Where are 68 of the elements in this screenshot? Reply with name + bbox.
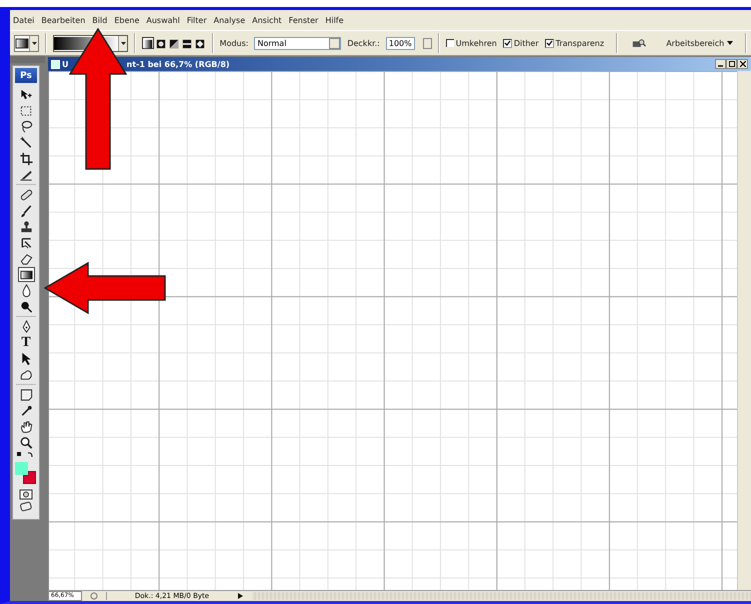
tool-button[interactable]: T	[18, 335, 34, 350]
menu-item[interactable]: Auswahl	[146, 16, 180, 24]
eraser-tool-icon	[18, 252, 34, 266]
reflected-gradient-button[interactable]	[180, 37, 193, 49]
crop-tool-icon	[18, 152, 34, 166]
shape-tool-icon	[18, 368, 34, 382]
tool-button[interactable]	[18, 151, 34, 166]
opacity-arrow-button[interactable]	[422, 38, 432, 48]
maximize-icon	[728, 61, 734, 67]
caret-icon	[32, 42, 36, 44]
play-icon[interactable]	[237, 592, 244, 600]
menu-item[interactable]: Ansicht	[252, 16, 282, 24]
radial-gradient-button[interactable]	[154, 37, 167, 49]
app-logo[interactable]: Ps	[15, 68, 37, 83]
type-tool-icon: T	[21, 335, 31, 350]
tool-preset-picker[interactable]	[14, 34, 39, 52]
dodge-tool-icon	[18, 300, 34, 314]
menu-item[interactable]: Datei	[13, 16, 34, 24]
stamp-tool-icon	[18, 220, 34, 234]
lasso-tool-icon	[18, 120, 34, 134]
gradient-tool-icon	[15, 38, 29, 48]
tool-button[interactable]	[18, 435, 34, 450]
checkbox[interactable]	[446, 39, 454, 47]
caret-icon	[727, 41, 734, 45]
menu-item[interactable]: Filter	[186, 16, 207, 24]
checkbox[interactable]	[544, 38, 554, 48]
caret-icon	[120, 42, 126, 44]
opacity-label: Deckkr.:	[347, 38, 380, 48]
menu-item[interactable]: Hilfe	[325, 16, 344, 24]
menu-item[interactable]: Bearbeiten	[41, 16, 86, 24]
menu-item[interactable]: Analyse	[214, 16, 246, 24]
close-button[interactable]	[737, 59, 748, 69]
note-tool-icon	[18, 388, 34, 402]
document-title: nt-1 bei 66,7% (RGB/8)	[126, 60, 230, 68]
mode-dropdown[interactable]: Normal	[254, 36, 342, 50]
wand-tool-icon	[18, 136, 34, 150]
checkbox[interactable]	[502, 38, 512, 48]
move-tool-icon	[18, 88, 34, 102]
close-icon	[740, 61, 746, 67]
quick-mask-icon[interactable]	[19, 489, 33, 500]
menu-item[interactable]: Fenster	[288, 16, 318, 24]
brush-tool-icon	[18, 204, 34, 218]
linear-gradient-button[interactable]	[142, 37, 154, 49]
menu-item[interactable]: Bild	[92, 16, 108, 24]
diamond-gradient-button[interactable]	[194, 37, 206, 49]
mode-label: Modus:	[220, 38, 248, 48]
workspace-menu[interactable]: Arbeitsbereich	[660, 38, 740, 48]
checkbox-label: Dither	[514, 38, 539, 48]
screen-mode-icon[interactable]	[18, 501, 34, 513]
foreground-color-swatch[interactable]	[15, 462, 28, 475]
menu-item[interactable]: Ebene	[114, 16, 140, 24]
panel-grip[interactable]	[10, 56, 45, 63]
minimize-button[interactable]	[715, 59, 726, 69]
history-tool-icon	[18, 236, 34, 250]
document-title: U	[62, 60, 68, 68]
vertical-scrollbar[interactable]	[737, 71, 751, 590]
document-icon	[51, 60, 60, 68]
checkbox-label: Umkehren	[456, 38, 497, 48]
circle-icon[interactable]	[90, 592, 98, 600]
marquee-tool-icon	[18, 104, 34, 118]
checkbox-label: Transparenz	[556, 38, 604, 48]
hand-tool-icon	[18, 420, 34, 434]
horizontal-scrollbar[interactable]	[252, 592, 751, 600]
maximize-button[interactable]	[726, 59, 737, 69]
zoom-tool-icon	[18, 436, 34, 450]
opacity-field[interactable]: 100%	[386, 36, 415, 50]
angle-gradient-button[interactable]	[168, 37, 180, 49]
file-browser-icon[interactable]	[632, 37, 646, 49]
